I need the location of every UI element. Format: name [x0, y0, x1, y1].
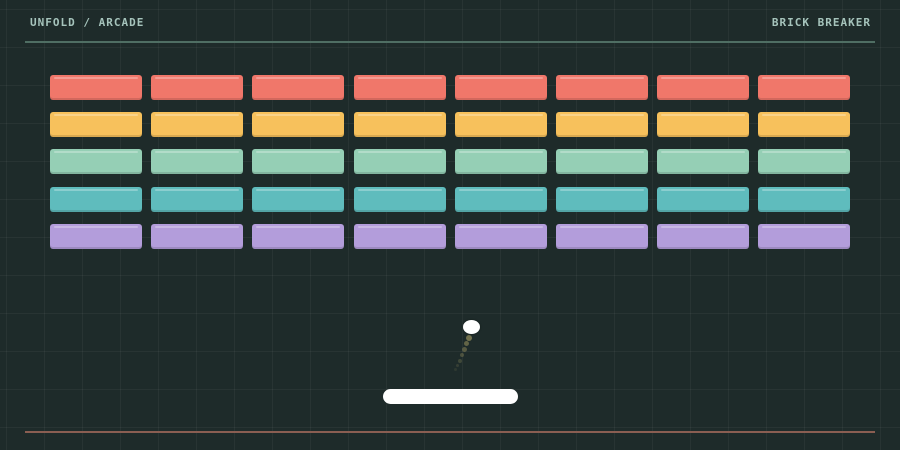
brick: [758, 75, 850, 100]
brick: [657, 112, 749, 137]
brick: [50, 75, 142, 100]
brick: [758, 149, 850, 174]
brick: [556, 112, 648, 137]
brick: [50, 112, 142, 137]
brick: [252, 149, 344, 174]
brick: [151, 224, 243, 249]
brick-wall: [0, 0, 900, 260]
brick: [354, 187, 446, 212]
brick: [556, 149, 648, 174]
brick: [151, 187, 243, 212]
brick: [556, 75, 648, 100]
brick: [151, 75, 243, 100]
brick: [455, 224, 547, 249]
trail-dot: [460, 353, 464, 357]
brick: [657, 149, 749, 174]
brick: [354, 112, 446, 137]
trail-dot: [464, 341, 469, 346]
brick: [252, 224, 344, 249]
brick: [151, 149, 243, 174]
trail-dot: [456, 364, 459, 367]
paddle[interactable]: [383, 389, 518, 404]
brick: [252, 187, 344, 212]
brick: [50, 187, 142, 212]
trail-dot: [462, 347, 467, 352]
brick: [354, 149, 446, 174]
brick: [252, 75, 344, 100]
brick: [657, 224, 749, 249]
brick: [556, 187, 648, 212]
brick: [758, 187, 850, 212]
brick: [455, 75, 547, 100]
brick: [758, 112, 850, 137]
brick: [50, 149, 142, 174]
brick: [252, 112, 344, 137]
brick: [455, 112, 547, 137]
ball: [463, 320, 480, 334]
brick: [354, 75, 446, 100]
brick: [758, 224, 850, 249]
brick: [657, 75, 749, 100]
brick: [455, 187, 547, 212]
brick: [657, 187, 749, 212]
trail-dot: [454, 368, 457, 371]
brick: [50, 224, 142, 249]
bottom-divider: [25, 431, 875, 433]
brick: [151, 112, 243, 137]
trail-dot: [458, 359, 462, 363]
game-stage[interactable]: UNFOLD / ARCADE BRICK BREAKER: [0, 0, 900, 450]
brick: [455, 149, 547, 174]
brick: [556, 224, 648, 249]
brick: [354, 224, 446, 249]
